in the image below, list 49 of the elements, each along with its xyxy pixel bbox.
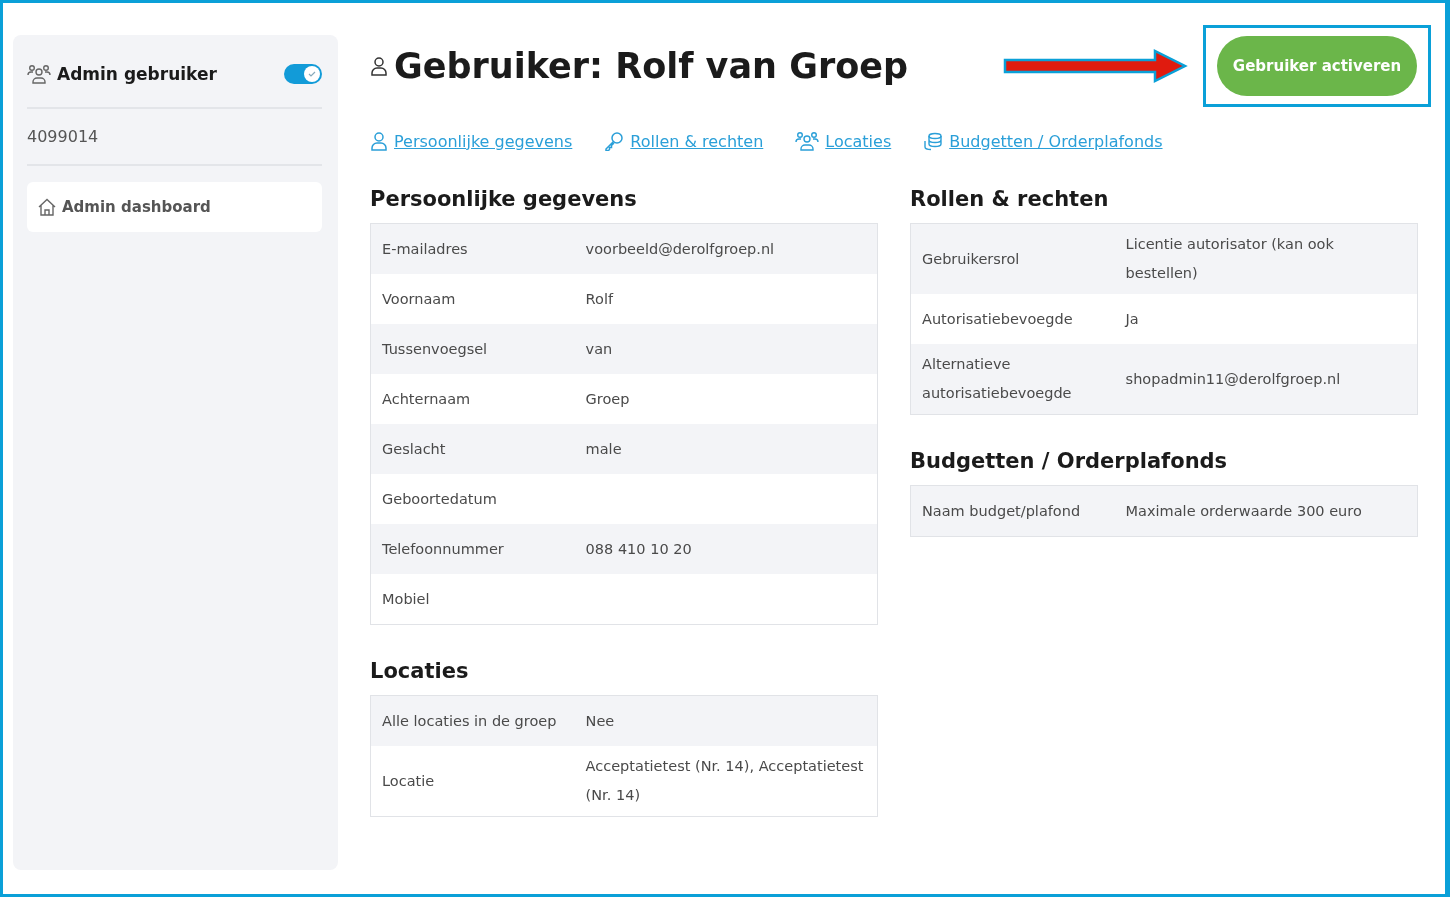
field-label: Gebruikersrol xyxy=(922,249,1021,269)
section-title: Rollen & rechten xyxy=(910,187,1110,211)
field-value: shopadmin11@derolfgroep.nl xyxy=(1124,369,1342,389)
field-value: Acceptatietest (Nr. 14), Acceptatietest (Nr. 14) xyxy=(584,757,865,805)
sidebar-title: Admin gebruiker xyxy=(57,64,218,84)
coins-icon xyxy=(923,131,944,151)
section-link[interactable]: Budgetten / Orderplafonds xyxy=(923,131,1163,151)
field-label: Geboortedatum xyxy=(382,489,498,509)
field-label: E-mailadres xyxy=(382,239,469,259)
activate-user-button[interactable]: Gebruiker activeren xyxy=(1217,36,1417,96)
check-icon xyxy=(307,69,317,79)
user-icon xyxy=(370,131,388,151)
field-label: Mobiel xyxy=(382,589,431,609)
field-label: Alternatieve autorisatiebevoegde xyxy=(922,355,1073,403)
field-value: Ja xyxy=(1123,309,1140,329)
field-label: Locatie xyxy=(382,771,436,791)
user-number: 4099014 xyxy=(27,109,322,166)
field-value: voorbeeld@derolfgroep.nl xyxy=(584,239,776,259)
field-value: Rolf xyxy=(584,289,615,309)
field-label: Voornaam xyxy=(382,289,457,309)
field-value: Nee xyxy=(584,711,616,731)
section-link[interactable]: Rollen & rechten xyxy=(604,131,764,151)
field-value: male xyxy=(584,439,623,459)
field-label: Tussenvoegsel xyxy=(382,339,489,359)
field-value: van xyxy=(584,339,614,359)
field-label: Achternaam xyxy=(382,389,472,409)
home-icon xyxy=(37,197,57,217)
field-value: Maximale orderwaarde 300 euro xyxy=(1124,501,1363,521)
field-label: Telefoonnummer xyxy=(382,539,505,559)
section-title: Budgetten / Orderplafonds xyxy=(910,449,1229,473)
sidebar-item[interactable]: Admin dashboard xyxy=(27,182,322,232)
users-icon xyxy=(27,64,51,84)
field-label: Naam budget/plafond xyxy=(922,501,1082,521)
field-value: Groep xyxy=(584,389,631,409)
page-title: Gebruiker: Rolf van Groep xyxy=(394,46,909,86)
user-icon xyxy=(370,56,388,76)
field-value: Licentie autorisator (kan ook bestellen) xyxy=(1124,235,1335,283)
toggle-switch[interactable] xyxy=(284,64,322,84)
arrow-icon xyxy=(1003,48,1189,84)
key-icon xyxy=(604,131,625,151)
field-label: Alle locaties in de groep xyxy=(382,711,558,731)
users-icon xyxy=(795,131,820,151)
section-title: Persoonlijke gegevens xyxy=(370,187,638,211)
field-label: Geslacht xyxy=(382,439,447,459)
field-value: 088 410 10 20 xyxy=(584,539,693,559)
section-title: Locaties xyxy=(370,659,470,683)
section-link[interactable]: Persoonlijke gegevens xyxy=(370,131,573,151)
section-link[interactable]: Locaties xyxy=(795,131,892,151)
field-label: Autorisatiebevoegde xyxy=(922,309,1074,329)
